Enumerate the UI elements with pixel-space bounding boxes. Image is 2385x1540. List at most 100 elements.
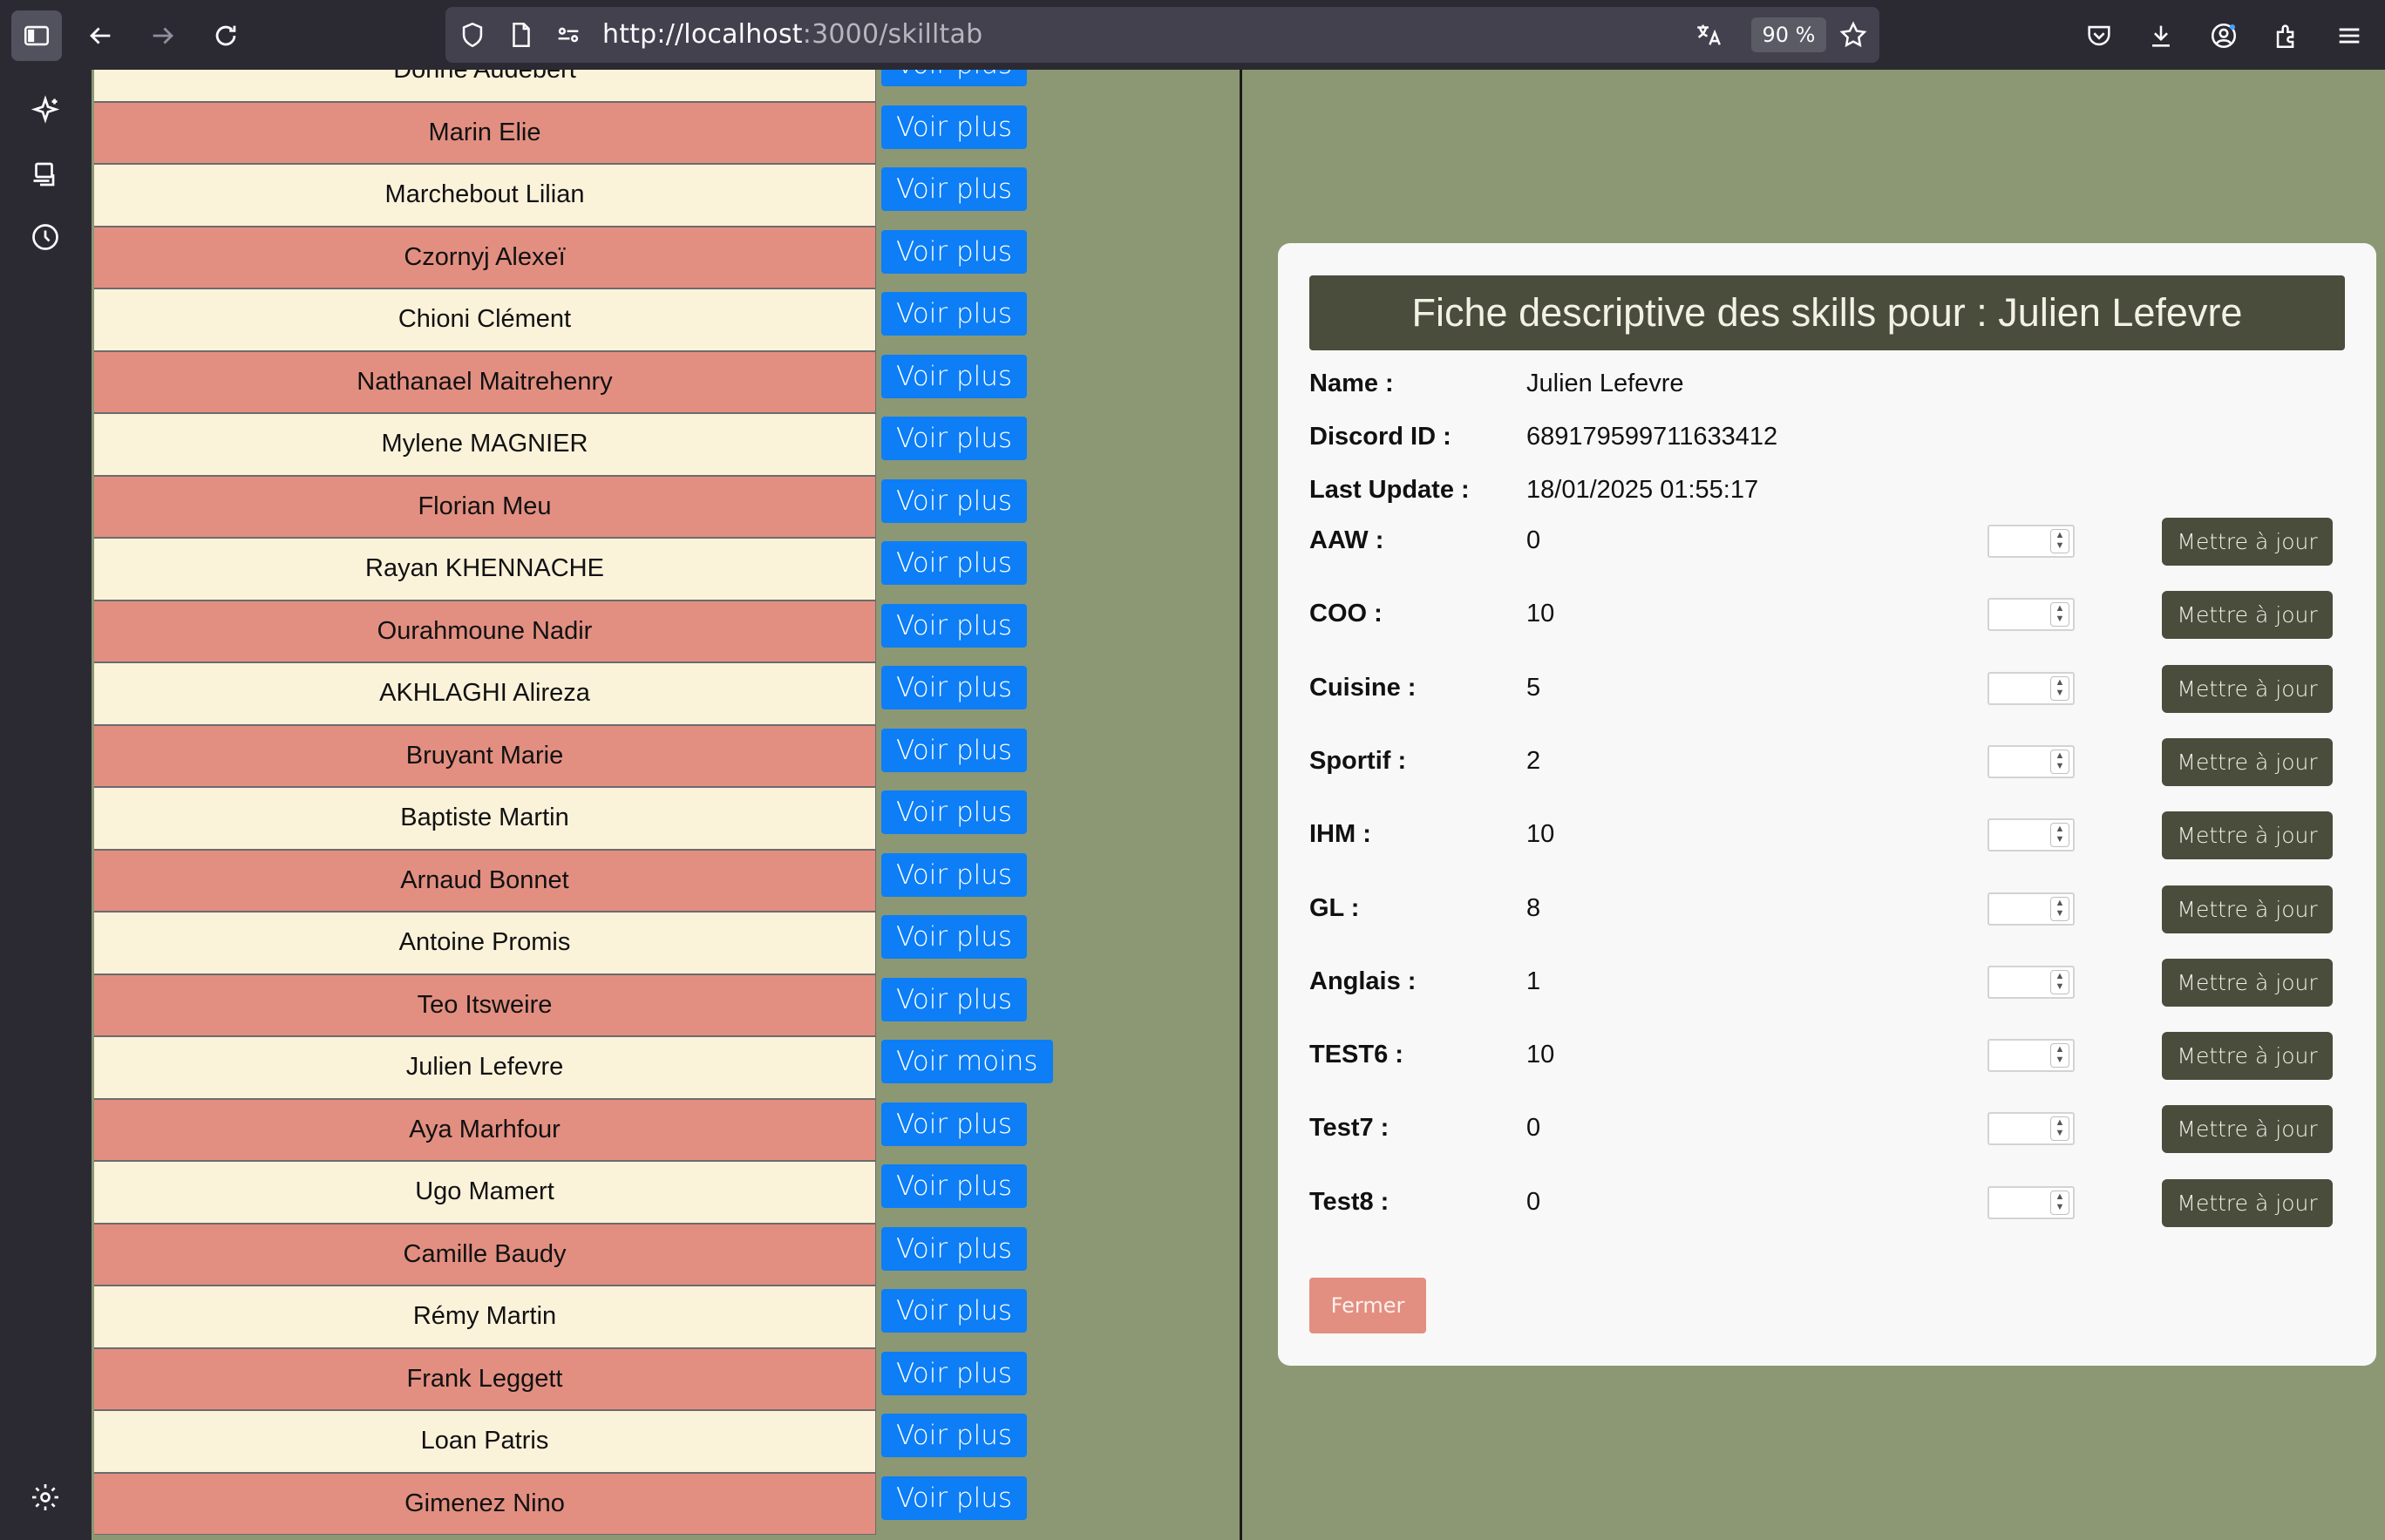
student-name: Mylene MAGNIER bbox=[94, 413, 876, 476]
spinner-arrows-icon[interactable]: ▲ ▼ bbox=[2050, 823, 2069, 848]
voir-plus-button[interactable]: Voir plus bbox=[881, 167, 1028, 211]
table-row: Nathanael Maitrehenry Voir plus bbox=[94, 350, 1236, 413]
table-row: Aya Marhfour Voir plus bbox=[94, 1098, 1236, 1161]
update-skill-button[interactable]: Mettre à jour bbox=[2162, 591, 2333, 640]
update-skill-button[interactable]: Mettre à jour bbox=[2162, 518, 2333, 566]
update-skill-button[interactable]: Mettre à jour bbox=[2162, 1178, 2333, 1227]
settings-gear-icon[interactable] bbox=[23, 1475, 68, 1520]
voir-plus-button[interactable]: Voir plus bbox=[881, 666, 1028, 709]
skill-number-input[interactable]: ▲ ▼ bbox=[1988, 744, 2075, 778]
voir-plus-button[interactable]: Voir plus bbox=[881, 728, 1028, 772]
voir-plus-button[interactable]: Voir plus bbox=[881, 603, 1028, 648]
synced-tabs-icon[interactable] bbox=[23, 152, 68, 197]
skill-value: 5 bbox=[1526, 673, 1541, 702]
table-row: Marchebout Lilian Voir plus bbox=[94, 164, 1236, 227]
skill-number-input[interactable]: ▲ ▼ bbox=[1988, 671, 2075, 705]
student-name: Marchebout Lilian bbox=[94, 164, 876, 227]
voir-plus-button[interactable]: Voir plus bbox=[881, 977, 1028, 1021]
voir-plus-button[interactable]: Voir plus bbox=[881, 229, 1028, 274]
update-skill-button[interactable]: Mettre à jour bbox=[2162, 958, 2333, 1007]
student-name: Czornyj Alexeï bbox=[94, 226, 876, 288]
update-skill-button[interactable]: Mettre à jour bbox=[2162, 737, 2333, 786]
update-skill-button[interactable]: Mettre à jour bbox=[2162, 664, 2333, 713]
voir-plus-button[interactable]: Voir plus bbox=[881, 1226, 1028, 1271]
table-row: Bruyant Marie Voir plus bbox=[94, 724, 1236, 787]
zoom-level[interactable]: 90 % bbox=[1751, 17, 1826, 52]
spinner-arrows-icon[interactable]: ▲ ▼ bbox=[2050, 969, 2069, 994]
update-skill-button[interactable]: Mettre à jour bbox=[2162, 1032, 2333, 1081]
student-name: Dorine Audebert bbox=[94, 70, 876, 102]
history-icon[interactable] bbox=[23, 214, 68, 260]
skill-number-input[interactable]: ▲ ▼ bbox=[1988, 965, 2075, 999]
voir-plus-button[interactable]: Voir plus bbox=[881, 478, 1028, 523]
voir-plus-button[interactable]: Voir plus bbox=[881, 1351, 1028, 1395]
menu-icon[interactable] bbox=[2324, 10, 2375, 61]
spinner-arrows-icon[interactable]: ▲ ▼ bbox=[2050, 602, 2069, 628]
skill-value: 10 bbox=[1526, 820, 1555, 849]
url-text[interactable]: http://localhost:3000/skilltab bbox=[602, 19, 982, 50]
translate-icon[interactable] bbox=[1694, 20, 1723, 50]
voir-plus-button[interactable]: Voir plus bbox=[881, 1414, 1028, 1457]
skill-number-input[interactable]: ▲ ▼ bbox=[1988, 525, 2075, 558]
voir-moins-button[interactable]: Voir moins bbox=[881, 1040, 1053, 1083]
ai-sparkle-icon[interactable] bbox=[23, 88, 68, 133]
address-bar[interactable]: http://localhost:3000/skilltab 90 % bbox=[445, 7, 1879, 63]
student-name: Antoine Promis bbox=[94, 912, 876, 974]
back-icon[interactable] bbox=[75, 10, 126, 61]
student-name: Camille Baudy bbox=[94, 1223, 876, 1286]
account-icon[interactable] bbox=[2198, 10, 2249, 61]
download-icon[interactable] bbox=[2136, 10, 2186, 61]
card-title: Fiche descriptive des skills pour : Juli… bbox=[1309, 275, 2345, 350]
voir-plus-button[interactable]: Voir plus bbox=[881, 1289, 1028, 1333]
voir-plus-button[interactable]: Voir plus bbox=[881, 915, 1028, 959]
student-name: Rayan KHENNACHE bbox=[94, 538, 876, 600]
voir-plus-button[interactable]: Voir plus bbox=[881, 1476, 1028, 1520]
skill-number-input[interactable]: ▲ ▼ bbox=[1988, 818, 2075, 852]
update-skill-button[interactable]: Mettre à jour bbox=[2162, 1105, 2333, 1154]
shield-icon[interactable] bbox=[458, 20, 487, 50]
spinner-arrows-icon[interactable]: ▲ ▼ bbox=[2050, 1116, 2069, 1142]
skill-number-input[interactable]: ▲ ▼ bbox=[1988, 598, 2075, 632]
student-name: AKHLAGHI Alireza bbox=[94, 662, 876, 725]
table-row: Camille Baudy Voir plus bbox=[94, 1223, 1236, 1286]
student-name: Frank Leggett bbox=[94, 1347, 876, 1410]
update-skill-button[interactable]: Mettre à jour bbox=[2162, 885, 2333, 933]
reload-icon[interactable] bbox=[200, 10, 251, 61]
spinner-arrows-icon[interactable]: ▲ ▼ bbox=[2050, 529, 2069, 553]
info-value: Julien Lefevre bbox=[1526, 370, 1684, 397]
spinner-arrows-icon[interactable]: ▲ ▼ bbox=[2050, 749, 2069, 774]
close-button[interactable]: Fermer bbox=[1309, 1278, 1426, 1333]
spinner-arrows-icon[interactable]: ▲ ▼ bbox=[2050, 675, 2069, 701]
voir-plus-button[interactable]: Voir plus bbox=[881, 292, 1028, 336]
voir-plus-button[interactable]: Voir plus bbox=[881, 1102, 1028, 1146]
voir-plus-button[interactable]: Voir plus bbox=[881, 354, 1028, 398]
table-row: Florian Meu Voir plus bbox=[94, 475, 1236, 538]
voir-plus-button[interactable]: Voir plus bbox=[881, 417, 1028, 460]
update-skill-button[interactable]: Mettre à jour bbox=[2162, 811, 2333, 860]
voir-plus-button[interactable]: Voir plus bbox=[881, 852, 1028, 897]
table-row: Ourahmoune Nadir Voir plus bbox=[94, 600, 1236, 662]
voir-plus-button[interactable]: Voir plus bbox=[881, 70, 1028, 86]
forward-icon[interactable] bbox=[138, 10, 188, 61]
voir-plus-button[interactable]: Voir plus bbox=[881, 790, 1028, 834]
pocket-icon[interactable] bbox=[2074, 10, 2124, 61]
student-name: Baptiste Martin bbox=[94, 787, 876, 850]
skill-value: 0 bbox=[1526, 526, 1541, 554]
skill-number-input[interactable]: ▲ ▼ bbox=[1988, 1039, 2075, 1073]
bookmark-star-icon[interactable] bbox=[1838, 20, 1868, 50]
student-name: Ourahmoune Nadir bbox=[94, 600, 876, 662]
permissions-icon[interactable] bbox=[554, 20, 583, 50]
table-row: Frank Leggett Voir plus bbox=[94, 1347, 1236, 1410]
skill-label: Anglais : bbox=[1309, 967, 1417, 995]
extensions-icon[interactable] bbox=[2261, 10, 2312, 61]
spinner-arrows-icon[interactable]: ▲ ▼ bbox=[2050, 896, 2069, 921]
skill-number-input[interactable]: ▲ ▼ bbox=[1988, 892, 2075, 926]
sidebar-toggle-icon[interactable] bbox=[11, 10, 62, 61]
voir-plus-button[interactable]: Voir plus bbox=[881, 541, 1028, 585]
skill-number-input[interactable]: ▲ ▼ bbox=[1988, 1185, 2075, 1219]
skill-number-input[interactable]: ▲ ▼ bbox=[1988, 1112, 2075, 1146]
voir-plus-button[interactable]: Voir plus bbox=[881, 105, 1028, 149]
spinner-arrows-icon[interactable]: ▲ ▼ bbox=[2050, 1190, 2069, 1215]
spinner-arrows-icon[interactable]: ▲ ▼ bbox=[2050, 1043, 2069, 1069]
voir-plus-button[interactable]: Voir plus bbox=[881, 1164, 1028, 1208]
